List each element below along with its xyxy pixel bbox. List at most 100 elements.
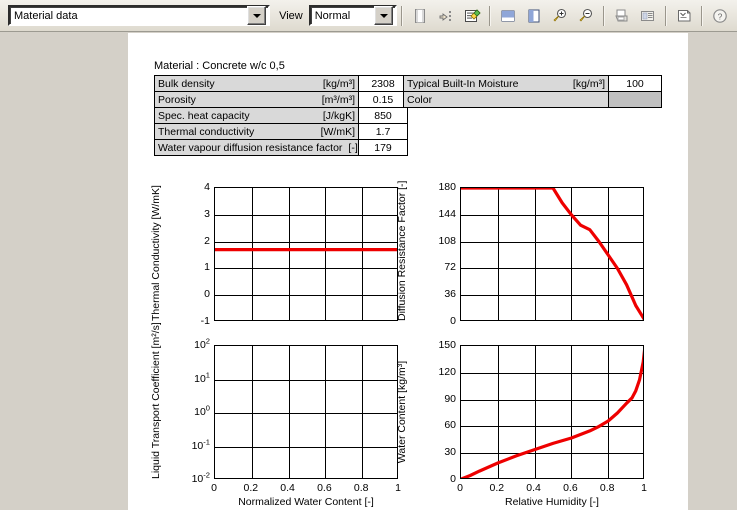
material-properties-table-body: Bulk density [kg/m³] 2308 Porosity [m³/m³] 0.… (154, 75, 408, 156)
property-value-cell: 2308 (358, 75, 408, 92)
property-unit: [W/mK] (320, 125, 355, 138)
property-value-cell: 179 (358, 139, 408, 156)
y-axis-tick-label: 36 (444, 288, 456, 301)
property-value-cell: 1.7 (358, 123, 408, 140)
y-axis-tick-label: 10-1 (191, 437, 210, 452)
svg-text:?: ? (718, 11, 723, 21)
edit-material-icon[interactable] (459, 3, 485, 29)
view-dropdown-value: Normal (314, 9, 351, 22)
property-label-cell: Typical Built-In Moisture [kg/m³] (403, 75, 609, 92)
toolbar-separator (603, 5, 605, 26)
y-axis-tick-label: 0 (204, 288, 210, 301)
print-icon[interactable] (609, 3, 635, 29)
table-row: Bulk density [kg/m³] 2308 (154, 75, 408, 92)
table-row: Thermal conductivity [W/mK] 1.7 (154, 123, 408, 140)
x-axis-tick-label: 0.8 (353, 482, 369, 494)
property-unit: [m³/m³] (321, 93, 355, 106)
plot-area-diffusion-resistance-factor (460, 187, 644, 321)
chevron-down-icon[interactable] (374, 6, 393, 25)
y-axis-tick-label: 102 (194, 336, 210, 351)
data-curve-thermal-conductivity (215, 248, 397, 252)
property-unit: [kg/m³] (322, 77, 355, 90)
y-axis-tick-label: 100 (194, 403, 210, 418)
plot-area-liquid-transport-coefficient (214, 345, 398, 479)
table-row: Color (403, 91, 662, 108)
property-label-cell: Color (403, 91, 609, 108)
property-name: Color (407, 93, 433, 106)
y-axis-label-water-content: Water Content [kg/m³] (396, 360, 408, 464)
property-value-cell: 0.15 (358, 91, 408, 108)
gridline-vertical (252, 346, 253, 478)
toolbar-separator (665, 5, 667, 26)
x-axis-tick-label: 1 (641, 482, 647, 494)
table-row: Spec. heat capacity [J/kgK] 850 (154, 107, 408, 124)
gridline-vertical (325, 346, 326, 478)
color-swatch[interactable] (608, 91, 662, 108)
material-properties-table: Bulk density [kg/m³] 2308 Porosity [m³/m³] 0.… (154, 75, 408, 156)
data-curve-water-content (461, 349, 643, 478)
toolbar-separator (701, 5, 703, 26)
y-axis-tick-label: 1 (204, 261, 210, 274)
material-data-dropdown-value: Material data (14, 9, 78, 22)
open-folder-icon[interactable] (433, 3, 459, 29)
y-axis-tick-label: 0 (450, 473, 456, 485)
report-page: Material : Concrete w/c 0,5 Bulk density… (128, 33, 688, 510)
view-dropdown[interactable]: Normal (308, 5, 397, 26)
material-title: Material : Concrete w/c 0,5 (154, 60, 285, 72)
notes-icon[interactable] (671, 3, 697, 29)
view-label: View (279, 9, 303, 22)
new-document-icon[interactable] (407, 3, 433, 29)
property-label-cell: Porosity [m³/m³] (154, 91, 359, 108)
view-single-page-icon[interactable] (495, 3, 521, 29)
property-unit: [J/kgK] (322, 109, 355, 122)
y-axis-tick-label: 101 (194, 370, 210, 385)
toolbar-separator (489, 5, 491, 26)
gridline-vertical (289, 346, 290, 478)
table-row: Typical Built-In Moisture [kg/m³] 100 (403, 75, 662, 92)
property-label-cell: Thermal conductivity [W/mK] (154, 123, 359, 140)
property-name: Water vapour diffusion resistance factor (158, 141, 343, 154)
view-full-page-icon[interactable] (521, 3, 547, 29)
property-name: Bulk density (158, 77, 215, 90)
y-axis-tick-label: 60 (444, 419, 456, 432)
plot-area-thermal-conductivity (214, 187, 398, 321)
y-axis-tick-label: 0 (450, 315, 456, 327)
x-axis-tick-label: 1 (395, 482, 401, 494)
toolbar-separator (401, 5, 403, 26)
property-name: Typical Built-In Moisture (407, 77, 519, 90)
property-value-cell: 850 (358, 107, 408, 124)
additional-properties-table: Typical Built-In Moisture [kg/m³] 100 Color (403, 75, 662, 108)
zoom-in-icon[interactable] (547, 3, 573, 29)
y-axis-tick-label: 144 (438, 207, 456, 220)
x-axis-tick-label: 0 (211, 482, 217, 494)
y-axis-tick-label: 150 (438, 339, 456, 351)
gridline-vertical (362, 346, 363, 478)
property-name: Porosity (158, 93, 196, 106)
plot-area-water-content (460, 345, 644, 479)
property-unit: [-] (348, 141, 358, 154)
report-list-icon[interactable] (635, 3, 661, 29)
y-axis-tick-label: 108 (438, 234, 456, 247)
y-axis-tick-label: 2 (204, 234, 210, 247)
additional-properties-table-body: Typical Built-In Moisture [kg/m³] 100 Color (403, 75, 662, 108)
material-data-viewer: Material data View Normal ? Material: C… (0, 0, 737, 510)
x-axis-tick-label: 0.4 (526, 482, 541, 494)
y-axis-label-diffusion-resistance-factor: Diffusion Resistance Factor [-] (396, 180, 408, 321)
y-axis-label-liquid-transport-coefficient: Liquid Transport Coefficient [m²/s] (150, 322, 162, 479)
table-row: Water vapour diffusion resistance factor… (154, 139, 408, 156)
help-icon[interactable]: ? (707, 3, 733, 29)
gridline-horizontal (215, 447, 397, 448)
material-data-dropdown[interactable]: Material data (8, 5, 271, 26)
chevron-down-icon[interactable] (247, 6, 267, 25)
y-axis-tick-label: 3 (204, 207, 210, 220)
gridline-horizontal (215, 380, 397, 381)
x-axis-tick-label: 0.6 (317, 482, 332, 494)
x-axis-label-liquid-transport-coefficient: Normalized Water Content [-] (238, 496, 374, 508)
zoom-out-icon[interactable] (573, 3, 599, 29)
property-label-cell: Water vapour diffusion resistance factor… (154, 139, 359, 156)
x-axis-tick-label: 0.2 (243, 482, 259, 494)
y-axis-tick-label: 4 (204, 181, 210, 193)
x-axis-tick-label: 0.8 (599, 482, 615, 494)
toolbar: Material data View Normal ? (0, 0, 737, 32)
x-axis-tick-label: 0.4 (280, 482, 295, 494)
